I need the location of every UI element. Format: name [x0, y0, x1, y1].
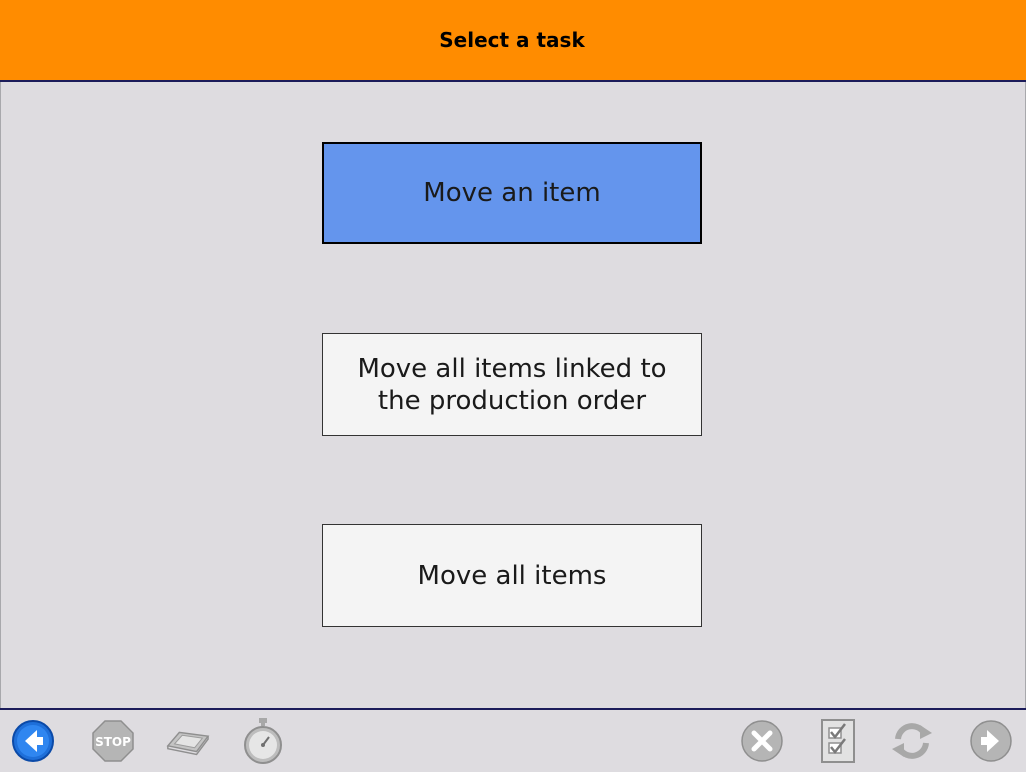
- stop-sign-icon[interactable]: STOP: [90, 718, 136, 764]
- page-title: Select a task: [439, 28, 585, 52]
- cancel-icon[interactable]: [739, 718, 785, 764]
- stop-label: STOP: [95, 735, 131, 749]
- forward-arrow-icon[interactable]: [968, 718, 1014, 764]
- task-label: Move all items linked to the production …: [357, 353, 667, 416]
- task-move-linked-items-button[interactable]: Move all items linked to the production …: [322, 333, 702, 436]
- task-label: Move an item: [423, 178, 601, 208]
- checklist-icon[interactable]: [815, 718, 861, 764]
- bottom-toolbar: STOP: [0, 708, 1026, 772]
- header-bar: Select a task: [0, 0, 1026, 82]
- stopwatch-icon[interactable]: [240, 718, 286, 764]
- task-move-all-items-button[interactable]: Move all items: [322, 524, 702, 627]
- refresh-icon[interactable]: [889, 718, 935, 764]
- task-move-an-item-button[interactable]: Move an item: [322, 142, 702, 244]
- back-arrow-icon[interactable]: [10, 718, 56, 764]
- scanner-icon[interactable]: [164, 718, 210, 764]
- task-label: Move all items: [417, 560, 607, 591]
